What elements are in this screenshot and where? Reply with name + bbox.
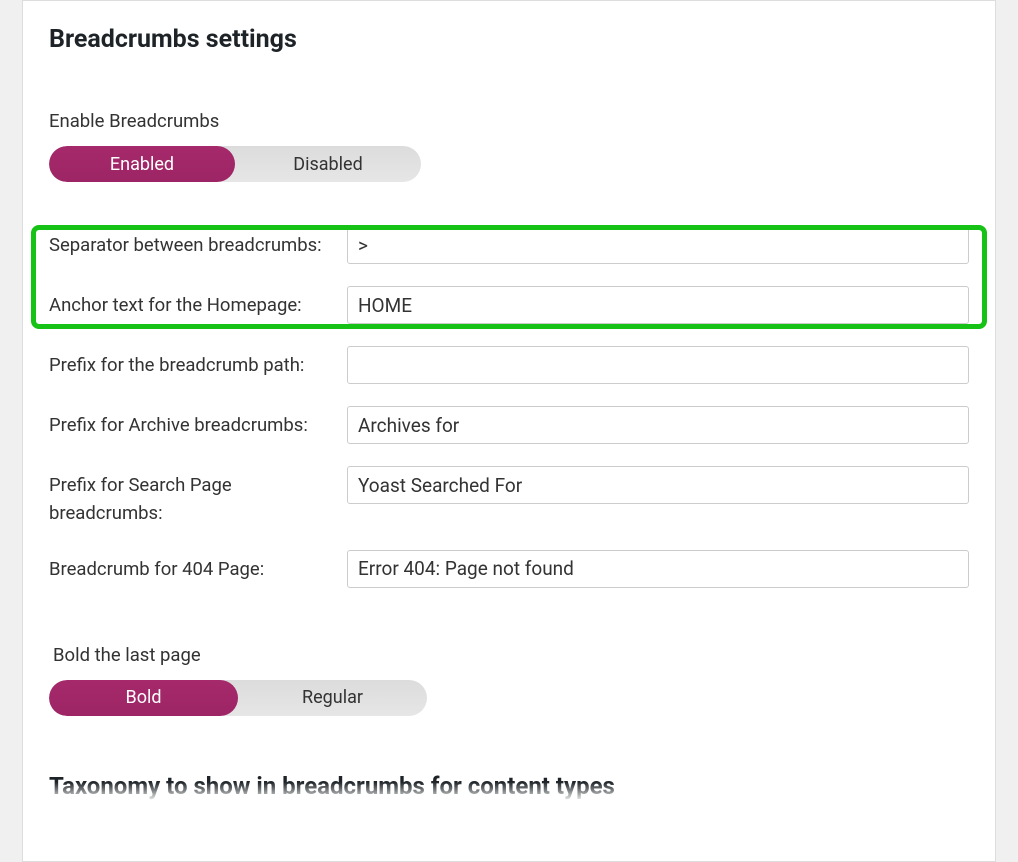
separator-row: Separator between breadcrumbs: — [49, 226, 969, 264]
enable-breadcrumbs-label: Enable Breadcrumbs — [49, 110, 969, 132]
disabled-toggle-button[interactable]: Disabled — [235, 146, 421, 182]
anchor-homepage-input[interactable] — [347, 286, 969, 324]
breadcrumb-404-row: Breadcrumb for 404 Page: — [49, 550, 969, 588]
prefix-path-input[interactable] — [347, 346, 969, 384]
prefix-archive-row: Prefix for Archive breadcrumbs: — [49, 406, 969, 444]
prefix-search-label: Prefix for Search Page breadcrumbs: — [49, 466, 347, 528]
enabled-toggle-button[interactable]: Enabled — [49, 146, 235, 182]
anchor-homepage-label: Anchor text for the Homepage: — [49, 286, 347, 320]
prefix-search-row: Prefix for Search Page breadcrumbs: — [49, 466, 969, 528]
bold-last-page-toggle: Bold Regular — [49, 680, 427, 716]
prefix-path-row: Prefix for the breadcrumb path: — [49, 346, 969, 384]
separator-input[interactable] — [347, 226, 969, 264]
breadcrumb-404-label: Breadcrumb for 404 Page: — [49, 550, 347, 584]
breadcrumb-404-input[interactable] — [347, 550, 969, 588]
bold-last-page-label: Bold the last page — [49, 644, 969, 666]
prefix-path-label: Prefix for the breadcrumb path: — [49, 346, 347, 380]
separator-label: Separator between breadcrumbs: — [49, 226, 347, 260]
taxonomy-heading: Taxonomy to show in breadcrumbs for cont… — [49, 772, 969, 800]
regular-toggle-button[interactable]: Regular — [238, 680, 427, 716]
anchor-homepage-row: Anchor text for the Homepage: — [49, 286, 969, 324]
page-title: Breadcrumbs settings — [49, 25, 969, 54]
settings-panel: Breadcrumbs settings Enable Breadcrumbs … — [22, 0, 996, 862]
prefix-archive-label: Prefix for Archive breadcrumbs: — [49, 406, 347, 440]
prefix-archive-input[interactable] — [347, 406, 969, 444]
bold-toggle-button[interactable]: Bold — [49, 680, 238, 716]
prefix-search-input[interactable] — [347, 466, 969, 504]
enable-breadcrumbs-toggle: Enabled Disabled — [49, 146, 421, 182]
